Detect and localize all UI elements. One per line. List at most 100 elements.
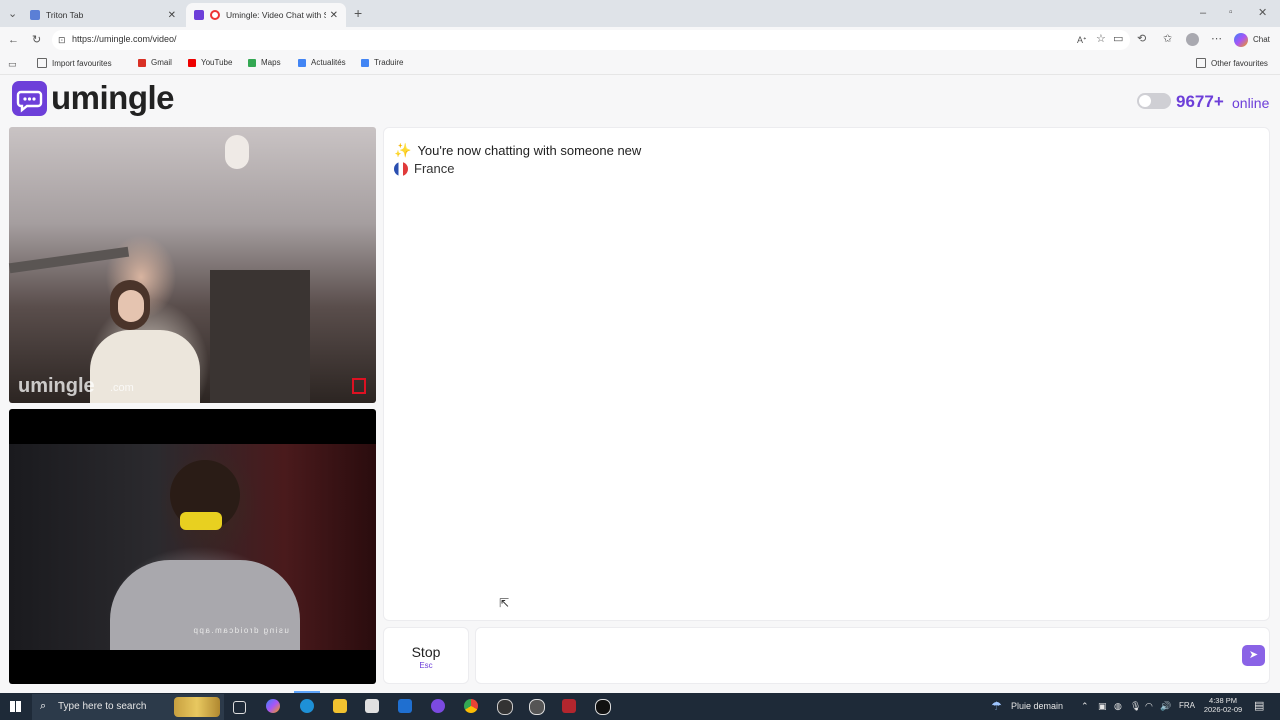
record-indicator-icon (352, 378, 366, 394)
bookmark-label: Import favourites (52, 58, 112, 68)
notifications-icon[interactable]: ▤ (1254, 699, 1264, 712)
url-text[interactable]: https://umingle.com/video/ (72, 34, 177, 44)
online-label: online (1232, 95, 1270, 111)
close-tab-icon[interactable]: ✕ (330, 10, 338, 21)
bookmark-label: YouTube (201, 58, 233, 67)
windows-start-icon[interactable] (10, 701, 21, 712)
site-info-icon[interactable]: ⊡ (58, 34, 66, 46)
folder-icon (1196, 58, 1206, 68)
minimize-icon[interactable]: – (1200, 7, 1206, 19)
collections-icon[interactable]: ▭ (8, 58, 17, 70)
search-icon: ⌕ (40, 700, 47, 712)
bookmark-maps[interactable]: Maps (248, 58, 281, 67)
bookmark-label: Gmail (151, 58, 172, 67)
chat-country: France (414, 161, 455, 176)
read-aloud-icon[interactable]: Aᐩ (1077, 34, 1087, 46)
maximize-icon[interactable]: ▫ (1229, 7, 1233, 19)
clock-date: 2026-02-09 (1203, 705, 1243, 714)
logo-text[interactable]: umingle (51, 79, 175, 117)
bookmark-youtube[interactable]: YouTube (188, 58, 232, 67)
address-bar[interactable] (52, 30, 1130, 50)
media-icon[interactable]: ▭ (1113, 33, 1123, 45)
send-button[interactable]: ➤ (1242, 645, 1265, 666)
dark-app-icon[interactable] (595, 699, 611, 715)
tray-chevron-icon[interactable]: ⌃ (1081, 701, 1089, 712)
france-flag-icon (394, 161, 408, 176)
stop-button[interactable]: Stop Esc (383, 627, 469, 684)
tab-umingle[interactable]: Umingle: Video Chat with Stra ✕ (186, 3, 346, 27)
video-watermark: umingle (18, 375, 95, 397)
chat-status-line: ✨ You're now chatting with someone new (394, 142, 641, 159)
lamp-shape (225, 135, 249, 169)
umingle-favicon-icon (194, 10, 204, 20)
chat-status-message: You're now chatting with someone new (417, 143, 642, 158)
copilot-taskbar-icon[interactable] (266, 699, 280, 713)
message-input[interactable] (475, 627, 1270, 684)
task-view-icon[interactable] (233, 701, 246, 714)
favorite-star-icon[interactable]: ☆ (1096, 33, 1106, 45)
favorites-icon[interactable]: ✩ (1163, 33, 1172, 45)
mail-icon[interactable] (398, 699, 412, 713)
file-explorer-icon[interactable] (333, 699, 347, 713)
tray-network-icon[interactable]: ◍ (1114, 701, 1122, 712)
gmail-icon (138, 58, 146, 67)
weather-icon[interactable]: ☂ (991, 699, 1002, 713)
messenger-icon[interactable] (431, 699, 445, 713)
send-arrow-icon: ➤ (1248, 649, 1259, 661)
droidcam-overlay-text: using droidcam.app (192, 626, 289, 635)
youtube-icon (188, 58, 196, 67)
tab-title: Umingle: Video Chat with Stra (226, 10, 326, 20)
weather-text[interactable]: Pluie demain (1011, 701, 1063, 711)
bookmark-label: Traduire (374, 58, 404, 67)
app-circle-icon[interactable] (529, 699, 545, 715)
chat-button[interactable]: Chat (1253, 35, 1270, 44)
recording-icon (210, 10, 220, 20)
mouse-cursor-icon: ⇱ (499, 596, 510, 610)
profile-avatar[interactable] (1186, 33, 1199, 46)
clock[interactable]: 4:38 PM 2026-02-09 (1203, 696, 1243, 714)
copilot-icon[interactable] (1234, 33, 1248, 47)
more-menu-icon[interactable]: ⋯ (1211, 33, 1222, 45)
video-watermark-com: .com (110, 382, 134, 394)
bookmark-label: Other favourites (1211, 58, 1268, 68)
store-icon[interactable] (365, 699, 379, 713)
person-shirt-shape (90, 330, 200, 403)
self-person-shirt-shape (110, 560, 300, 650)
extensions-icon[interactable]: ⟲ (1137, 33, 1146, 45)
triton-favicon-icon (30, 10, 40, 20)
kitchen-shape (210, 270, 310, 403)
online-count: 9677+ (1176, 92, 1224, 111)
obs-icon[interactable] (497, 699, 513, 715)
red-app-icon[interactable] (562, 699, 576, 713)
bookmark-import[interactable]: Import favourites (37, 58, 112, 68)
stop-label: Stop (411, 644, 441, 660)
chat-panel (383, 127, 1270, 621)
news-icon (298, 58, 306, 67)
close-tab-icon[interactable]: ✕ (168, 10, 176, 21)
bookmark-actualites[interactable]: Actualités (298, 58, 346, 67)
microphone-icon[interactable]: 🎙 (1130, 701, 1141, 712)
translate-icon (361, 58, 369, 67)
stop-shortcut: Esc (419, 661, 433, 670)
tab-list-chevron-icon[interactable]: ⌄ (8, 8, 17, 20)
close-window-icon[interactable]: ✕ (1258, 7, 1267, 19)
wifi-icon[interactable]: ◠ (1145, 701, 1153, 712)
language-indicator[interactable]: FRA (1179, 701, 1195, 710)
tab-triton[interactable]: Triton Tab ✕ (22, 3, 184, 27)
chrome-icon[interactable] (464, 699, 478, 713)
person-face-shape (118, 290, 144, 322)
new-tab-icon[interactable]: + (354, 6, 362, 20)
tray-app-icon[interactable]: ▣ (1098, 701, 1107, 712)
clock-time: 4:38 PM (1209, 696, 1237, 705)
bookmark-traduire[interactable]: Traduire (361, 58, 404, 67)
other-favourites[interactable]: Other favourites (1196, 58, 1268, 68)
back-icon[interactable]: ← (8, 34, 19, 46)
umingle-logo-icon[interactable] (12, 81, 47, 116)
volume-icon[interactable]: 🔊 (1160, 701, 1171, 712)
toggle-knob (1139, 95, 1151, 107)
bookmark-gmail[interactable]: Gmail (138, 58, 172, 67)
edge-icon[interactable] (300, 699, 314, 713)
reload-icon[interactable]: ↻ (32, 34, 41, 46)
import-icon (37, 58, 47, 68)
edge-active-indicator (294, 691, 320, 693)
